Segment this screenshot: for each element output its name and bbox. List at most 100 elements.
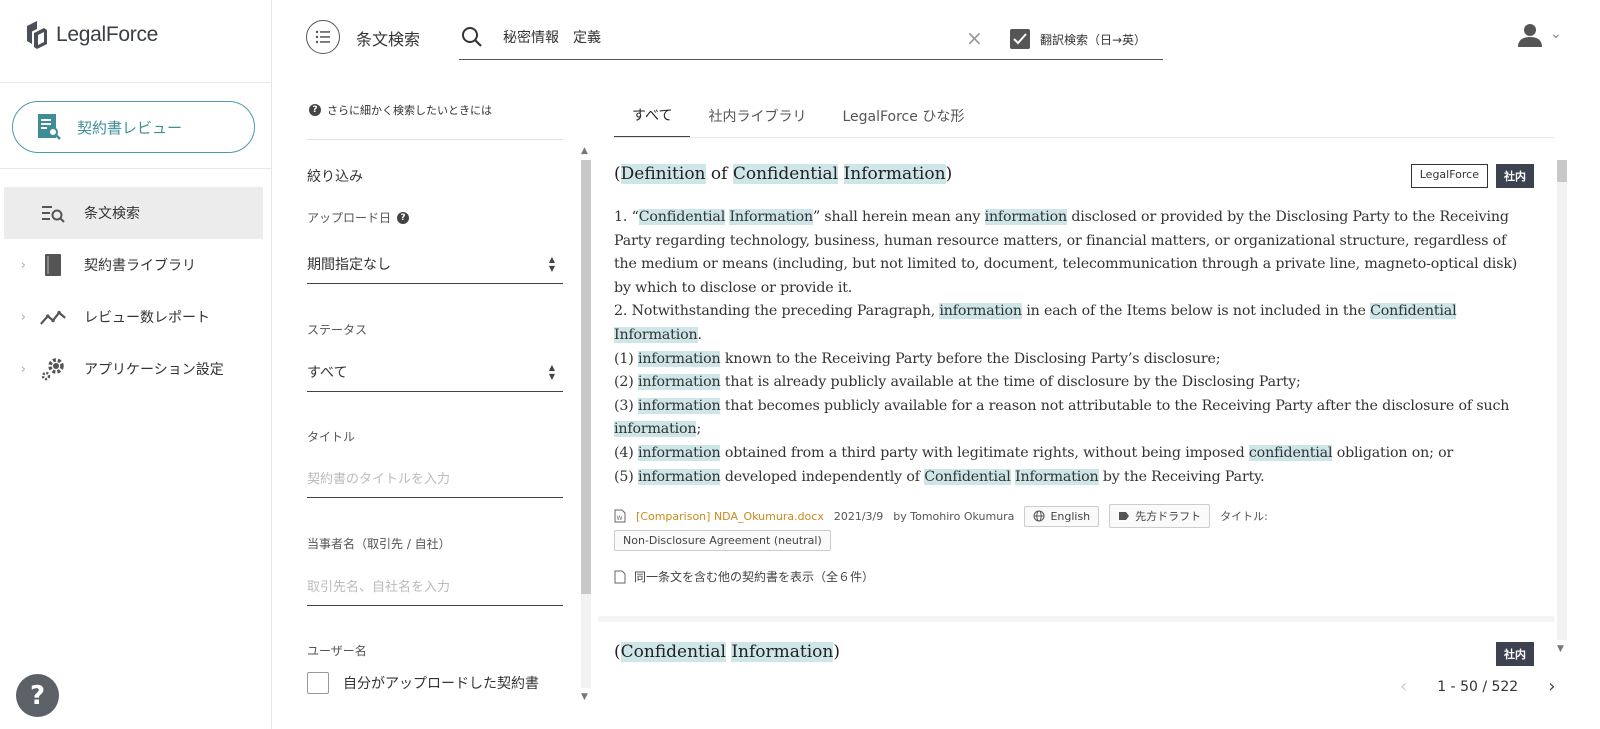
result-card[interactable]: (Confidential Information) 社内 <box>598 622 1554 682</box>
tab-legalforce-templates[interactable]: LegalForce ひな形 <box>824 94 982 138</box>
title-meta-label: タイトル: <box>1220 510 1268 523</box>
document-icon <box>614 570 626 583</box>
document-review-icon <box>38 114 61 140</box>
results-list: (Definition of Confidential Information)… <box>598 138 1554 682</box>
results-scrollbar[interactable]: ▼ <box>1554 150 1570 660</box>
contract-review-button[interactable]: 契約書レビュー <box>12 101 255 153</box>
title-label: タイトル <box>307 430 356 444</box>
select-arrows-icon: ▲ ▼ <box>548 362 555 381</box>
internal-badge: 社内 <box>1496 164 1534 188</box>
chevron-right-icon: › <box>20 257 26 273</box>
app-logo[interactable]: LegalForce <box>24 20 158 50</box>
tag-icon <box>1119 512 1130 520</box>
scroll-down-icon[interactable]: ▼ <box>581 692 588 702</box>
own-uploads-option[interactable]: 自分がアップロードした契約書 <box>307 672 539 694</box>
legalforce-badge: LegalForce <box>1410 164 1488 188</box>
upload-date-select[interactable]: 期間指定なし ▲ ▼ <box>307 244 563 284</box>
document-author: by Tomohiro Okumura <box>893 509 1015 523</box>
svg-text:W: W <box>617 515 623 522</box>
page-title: 条文検索 <box>356 30 421 49</box>
filter-scrollbar[interactable]: ▲ ▼ <box>578 144 594 704</box>
contract-review-label: 契約書レビュー <box>77 118 183 137</box>
contract-title-tag: Non-Disclosure Agreement (neutral) <box>614 530 831 551</box>
menu-list-button[interactable] <box>306 20 340 54</box>
status-select[interactable]: すべて ▲ ▼ <box>307 352 563 392</box>
sidebar-item-label: アプリケーション設定 <box>84 362 224 378</box>
internal-badge: 社内 <box>1496 642 1534 666</box>
sidebar-item-label: レビュー数レポート <box>84 310 210 326</box>
page-range: 1 - 50 / 522 <box>1437 678 1519 695</box>
sidebar-divider <box>0 168 271 169</box>
translate-search-label[interactable]: 翻訳検索（日→英） <box>1040 31 1146 48</box>
document-link[interactable]: [Comparison] NDA_Okumura.docx <box>636 510 824 523</box>
draft-tag: 先方ドラフト <box>1109 504 1211 528</box>
clear-search-icon[interactable]: × <box>966 28 983 48</box>
prev-page-icon[interactable]: ‹ <box>1400 676 1407 697</box>
party-input[interactable]: 取引先名、自社名を入力 <box>307 566 563 606</box>
sidebar-divider <box>0 82 271 83</box>
result-tabs: すべて 社内ライブラリ LegalForce ひな形 <box>614 94 982 138</box>
result-card[interactable]: (Definition of Confidential Information)… <box>598 138 1554 616</box>
own-uploads-label: 自分がアップロードした契約書 <box>343 676 539 692</box>
user-avatar-icon[interactable] <box>1517 22 1543 48</box>
sidebar-item-app-settings[interactable]: › アプリケーション設定 <box>4 343 263 395</box>
sidebar-item-contract-library[interactable]: › 契約書ライブラリ <box>4 239 263 291</box>
party-label: 当事者名（取引先 / 自社） <box>307 537 451 551</box>
upload-date-label-text: アップロード日 <box>307 211 392 225</box>
search-input[interactable] <box>503 29 943 45</box>
gear-icon <box>40 357 66 381</box>
logo-icon <box>27 21 47 49</box>
document-date: 2021/3/9 <box>833 509 884 523</box>
result-title[interactable]: (Definition of Confidential Information) <box>614 164 952 184</box>
chevron-right-icon: › <box>20 361 26 377</box>
list-icon <box>315 30 330 44</box>
chart-line-icon <box>40 305 66 329</box>
checkmark-icon <box>1013 33 1027 45</box>
scroll-down-icon[interactable]: ▼ <box>1557 644 1564 654</box>
scroll-up-icon[interactable]: ▲ <box>581 146 588 156</box>
logo-text: LegalForce <box>56 23 159 46</box>
sidebar-item-label: 契約書ライブラリ <box>84 258 196 274</box>
help-button[interactable]: ? <box>16 674 59 717</box>
upload-date-label: アップロード日 ? <box>307 209 410 226</box>
next-page-icon[interactable]: › <box>1548 676 1555 697</box>
status-value: すべて <box>307 364 348 381</box>
scroll-thumb[interactable] <box>1557 160 1567 182</box>
select-arrows-icon: ▲ ▼ <box>548 254 555 273</box>
user-label: ユーザー名 <box>307 644 367 658</box>
scroll-track <box>1557 160 1567 640</box>
upload-date-value: 期間指定なし <box>307 256 391 273</box>
sidebar: LegalForce 契約書レビュー 条文検索 › 契約書ライブラリ › レビュ… <box>0 0 272 729</box>
title-input[interactable]: 契約書のタイトルを入力 <box>307 458 563 498</box>
status-label: ステータス <box>307 323 368 337</box>
sidebar-item-clause-search[interactable]: 条文検索 <box>4 187 263 239</box>
pagination: ‹ 1 - 50 / 522 › <box>1400 676 1555 697</box>
advanced-search-hint-text: さらに細かく検索したいときには <box>327 104 492 117</box>
tab-internal-library[interactable]: 社内ライブラリ <box>690 94 824 138</box>
result-title[interactable]: (Confidential Information) <box>614 642 840 662</box>
same-clause-link[interactable]: 同一条文を含む他の契約書を表示（全６件） <box>614 568 874 585</box>
language-tag: English <box>1024 505 1100 527</box>
result-badges: LegalForce 社内 <box>1410 164 1534 188</box>
word-file-icon: W <box>614 509 626 523</box>
chevron-down-icon[interactable]: ⌄ <box>1550 26 1562 42</box>
clause-search-icon <box>40 201 66 225</box>
question-icon: ? <box>309 104 321 116</box>
clause-text: 1. “Confidential Information” shall here… <box>614 209 1518 485</box>
translate-search-checkbox[interactable] <box>1010 29 1030 49</box>
book-icon <box>40 253 66 277</box>
chevron-right-icon: › <box>20 309 26 325</box>
globe-icon <box>1033 510 1045 522</box>
tab-all[interactable]: すべて <box>614 94 691 138</box>
sidebar-item-label: 条文検索 <box>84 206 140 222</box>
result-meta: W [Comparison] NDA_Okumura.docx 2021/3/9… <box>614 504 1268 528</box>
scroll-thumb[interactable] <box>581 160 591 594</box>
search-icon[interactable] <box>461 26 483 48</box>
filter-divider <box>307 139 563 140</box>
sidebar-item-review-report[interactable]: › レビュー数レポート <box>4 291 263 343</box>
advanced-search-hint[interactable]: ? さらに細かく検索したいときには <box>309 102 492 118</box>
result-badges: 社内 <box>1496 642 1534 666</box>
filter-heading: 絞り込み <box>307 169 363 185</box>
own-uploads-checkbox[interactable] <box>307 672 329 694</box>
question-icon[interactable]: ? <box>397 211 410 224</box>
